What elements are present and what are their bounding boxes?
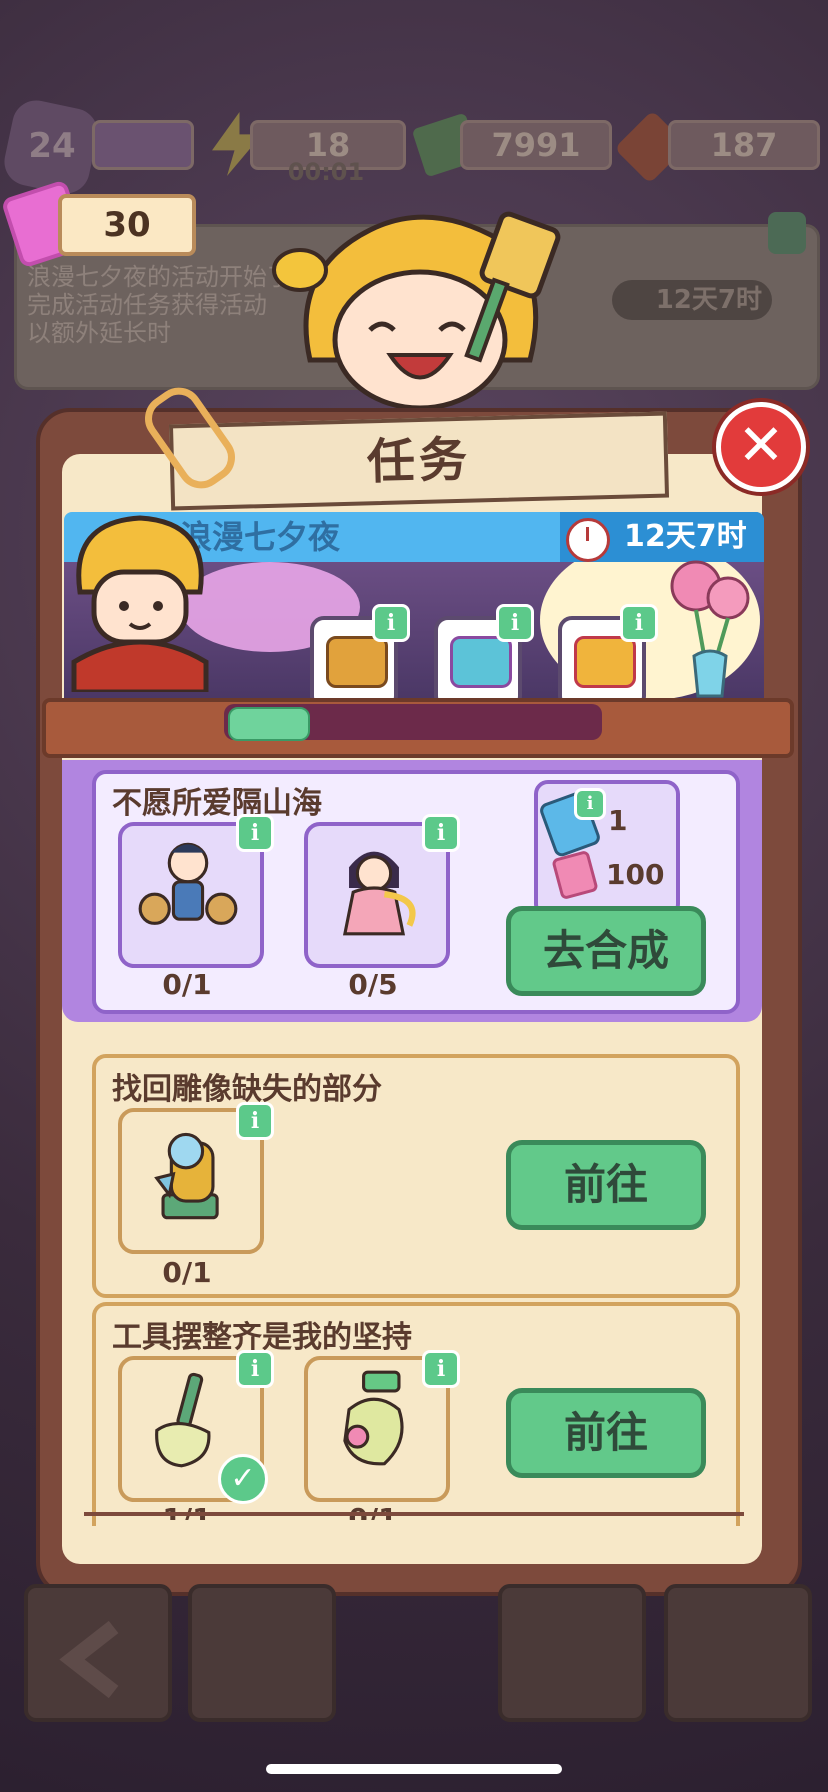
cowherd-icon <box>138 842 238 925</box>
chest-1-info-icon[interactable]: i <box>372 604 410 642</box>
leaderboard-button[interactable] <box>188 1584 336 1722</box>
event-progress-fill <box>228 707 310 741</box>
arrow-left-icon <box>59 1620 119 1699</box>
close-icon: ✕ <box>737 413 785 478</box>
task-3-item-2-count: 0/1 <box>348 1502 398 1520</box>
task-3-item-2-info-icon[interactable]: i <box>422 1350 460 1388</box>
task-2-item-1-info-icon[interactable]: i <box>236 1102 274 1140</box>
energy-timer: 00:01 <box>287 158 365 186</box>
notice-info-icon[interactable] <box>768 212 806 254</box>
reward-ticket-value: 100 <box>606 858 665 891</box>
reward-energy-value: 1 <box>608 804 628 837</box>
chest-icon-blue <box>450 636 512 688</box>
rose-vase-icon <box>670 560 750 698</box>
close-button[interactable]: ✕ <box>716 402 806 492</box>
task-1-item-2-count: 0/5 <box>348 968 398 1001</box>
dialog-title: 任务 <box>366 431 472 491</box>
telescope-icon <box>154 1132 219 1220</box>
event-timer-label: 12天7时 <box>624 519 747 554</box>
notice-timer-label: 12天7时 <box>655 285 762 315</box>
task-3-item-1-info-icon[interactable]: i <box>236 1350 274 1388</box>
task-1-item-2-info-icon[interactable]: i <box>422 814 460 852</box>
weaver-girl-icon <box>342 851 416 936</box>
merge-button[interactable]: 去合成 <box>506 906 706 996</box>
list-clip-divider <box>84 1512 744 1516</box>
shop-button[interactable] <box>498 1584 646 1722</box>
cash-counter[interactable]: 7991 <box>460 120 612 170</box>
chest-2-info-icon[interactable]: i <box>496 604 534 642</box>
reward-info-icon[interactable]: i <box>574 788 606 820</box>
gem-counter[interactable]: 187 <box>668 120 820 170</box>
task-3-item-1-count: 1/1 <box>162 1502 212 1520</box>
chest-icon-gold <box>574 636 636 688</box>
task-2-item-1-count: 0/1 <box>162 1256 212 1289</box>
event-title: 浪漫七夕夜 <box>180 518 341 556</box>
check-icon: ✓ <box>218 1454 268 1504</box>
back-button[interactable] <box>24 1584 172 1722</box>
home-indicator <box>266 1764 562 1774</box>
chest-3-info-icon[interactable]: i <box>620 604 658 642</box>
go-button-task-3[interactable]: 前往 <box>506 1388 706 1478</box>
event-character <box>71 515 209 692</box>
task-1-item-1-count: 0/1 <box>162 968 212 1001</box>
dialog-title-banner: 任务 <box>168 411 670 511</box>
level-progress-bar[interactable] <box>92 120 194 170</box>
notice-timer: 12天7时 <box>612 280 772 320</box>
collection-button[interactable] <box>664 1584 812 1722</box>
spray-bottle-icon <box>343 1370 404 1466</box>
go-button-task-2[interactable]: 前往 <box>506 1140 706 1230</box>
clock-icon <box>566 518 610 562</box>
task-1-title: 不愿所爱隔山海 <box>112 786 322 821</box>
task-1-item-1-info-icon[interactable]: i <box>236 814 274 852</box>
chest-icon-bronze <box>326 636 388 688</box>
level-value: 24 <box>28 126 76 166</box>
ticket-counter: 30 <box>58 194 196 256</box>
broom-icon <box>155 1372 211 1468</box>
mascot-character <box>272 211 561 411</box>
